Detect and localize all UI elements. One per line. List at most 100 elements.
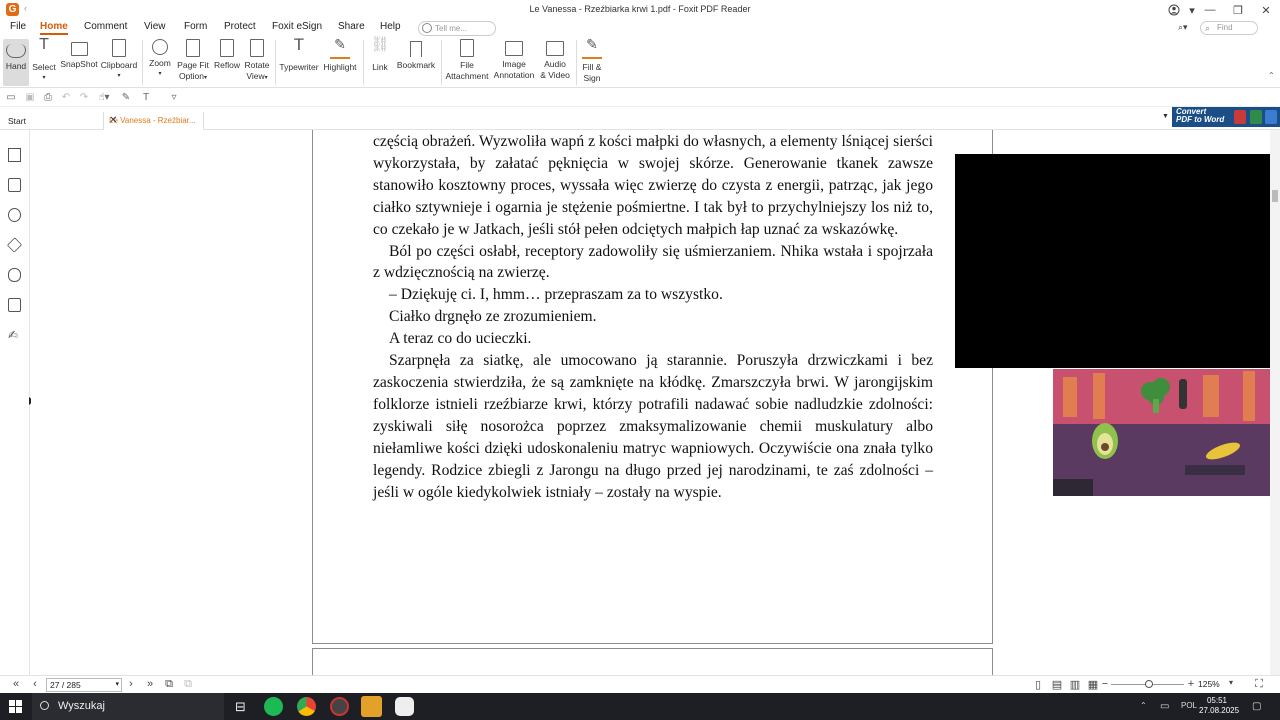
- highlight-button[interactable]: ✎ Highlight: [321, 37, 359, 73]
- zoom-out-icon[interactable]: −: [1098, 678, 1112, 690]
- tab-document[interactable]: Le Vanessa - Rzeźbiar... ✕: [103, 112, 204, 130]
- select-tool-button[interactable]: T Select ▾: [32, 37, 56, 84]
- audio-video-icon: [546, 41, 564, 56]
- hand-select-icon[interactable]: ☝▾: [98, 92, 110, 104]
- security-lock-icon[interactable]: [8, 298, 21, 312]
- notification-icon[interactable]: ▢: [1252, 701, 1261, 712]
- black-overlay-window: [955, 154, 1277, 368]
- chrome-icon[interactable]: [297, 697, 316, 716]
- open-folder-icon[interactable]: ▭: [5, 92, 17, 104]
- pen-annotate-icon[interactable]: ✎: [120, 92, 132, 104]
- menu-file[interactable]: File: [10, 21, 26, 32]
- rotate-label-2: View: [246, 71, 265, 81]
- taskbar-search-box[interactable]: Wyszukaj: [32, 693, 224, 720]
- bookmark-button[interactable]: Bookmark: [395, 39, 437, 71]
- ad-dropdown-icon[interactable]: ▼: [1162, 113, 1169, 120]
- next-view-icon[interactable]: ⧉: [181, 678, 195, 691]
- ribbon-separator: [142, 40, 143, 85]
- audio-video-button[interactable]: Audio & Video: [538, 39, 572, 81]
- convert-pdf-ad-banner[interactable]: Convert PDF to Word: [1172, 107, 1280, 127]
- bookmarks-panel-icon[interactable]: [8, 148, 21, 162]
- ribbon-separator: [275, 40, 276, 85]
- tray-overflow-icon[interactable]: ⌃: [1140, 701, 1147, 710]
- zoom-dropdown-icon[interactable]: ▾: [1224, 678, 1238, 687]
- snapshot-button[interactable]: SnapShot: [60, 39, 98, 70]
- foxit-taskbar-icon[interactable]: [361, 696, 382, 717]
- app-taskbar-icon[interactable]: [395, 697, 414, 716]
- customize-toolbar-icon[interactable]: ▿: [168, 92, 180, 104]
- fullscreen-icon[interactable]: ⛶: [1252, 678, 1266, 691]
- reflow-label: Reflow: [214, 60, 240, 70]
- windows-start-icon[interactable]: [9, 700, 22, 713]
- clipboard-button[interactable]: Clipboard ▾: [100, 39, 138, 82]
- save-icon[interactable]: ▣: [24, 92, 36, 104]
- text-tool-icon[interactable]: T: [140, 92, 152, 104]
- signature-panel-icon[interactable]: ✍: [8, 328, 21, 342]
- redo-icon[interactable]: ↷: [78, 92, 90, 104]
- menu-comment[interactable]: Comment: [84, 21, 127, 32]
- print-icon[interactable]: ⎙: [42, 92, 54, 104]
- restore-button[interactable]: ❐: [1224, 2, 1252, 18]
- image-annotation-button[interactable]: Image Annotation: [492, 39, 536, 81]
- system-clock[interactable]: 05:51 27.08.2025: [1199, 696, 1239, 716]
- zoom-button[interactable]: Zoom ▾: [147, 39, 173, 80]
- network-icon[interactable]: ▭: [1160, 701, 1169, 712]
- page-fit-label-2: Option: [178, 71, 205, 81]
- animated-video-overlay[interactable]: [1053, 369, 1280, 496]
- attachments-panel-icon[interactable]: [8, 268, 21, 282]
- continuous-view-icon[interactable]: ▤: [1050, 678, 1064, 691]
- menu-help[interactable]: Help: [380, 21, 401, 32]
- bookmark-icon: [410, 41, 422, 57]
- reflow-button[interactable]: Reflow: [213, 39, 241, 71]
- previous-view-icon[interactable]: ⧉: [162, 678, 176, 691]
- word-file-icon: [1265, 110, 1277, 124]
- minimize-button[interactable]: —: [1196, 2, 1224, 18]
- menu-home[interactable]: Home: [40, 21, 68, 35]
- menu-form[interactable]: Form: [184, 21, 207, 32]
- clipboard-icon: [112, 39, 126, 57]
- comments-panel-icon[interactable]: [8, 208, 21, 222]
- page-text: częścią obrażeń. Wyzwoliła wapń z kości …: [373, 131, 933, 503]
- tell-me-search[interactable]: Tell me...: [418, 21, 496, 36]
- pages-panel-icon[interactable]: [8, 178, 21, 192]
- scrollbar-thumb[interactable]: [1272, 190, 1278, 202]
- image-annot-label-1: Image: [502, 59, 526, 69]
- page-dropdown-icon[interactable]: ▾: [115, 679, 119, 691]
- zoom-slider-thumb[interactable]: [1144, 680, 1153, 688]
- menu-foxit-esign[interactable]: Foxit eSign: [272, 21, 322, 32]
- fill-sign-button[interactable]: ✎ Fill & Sign: [580, 37, 604, 84]
- page-number-input[interactable]: 27 / 285 ▾: [46, 678, 122, 692]
- collapse-ribbon-icon[interactable]: ⌃: [1268, 71, 1275, 80]
- undo-icon[interactable]: ↶: [60, 92, 72, 104]
- previous-page-icon[interactable]: ‹: [28, 678, 42, 690]
- menu-protect[interactable]: Protect: [224, 21, 256, 32]
- hand-tool-button[interactable]: Hand: [3, 39, 29, 86]
- search-options-icon[interactable]: ⌕▾: [1178, 22, 1188, 33]
- close-tab-icon[interactable]: ✕: [109, 115, 199, 126]
- ribbon-toolbar: Hand T Select ▾ SnapShot Clipboard ▾ Zoo…: [0, 36, 1280, 88]
- zoom-in-icon[interactable]: +: [1184, 678, 1198, 690]
- file-attachment-button[interactable]: File Attachment: [444, 39, 490, 82]
- language-indicator[interactable]: POL: [1181, 701, 1197, 710]
- close-window-button[interactable]: ✕: [1252, 2, 1280, 18]
- last-page-icon[interactable]: »: [143, 678, 157, 690]
- spotify-icon[interactable]: [264, 697, 283, 716]
- vertical-scrollbar[interactable]: [1270, 130, 1280, 675]
- page-fit-option-button[interactable]: Page Fit Option▾: [176, 39, 210, 84]
- menu-view[interactable]: View: [144, 21, 166, 32]
- link-button[interactable]: ⛓ Link: [368, 37, 392, 73]
- task-view-icon[interactable]: ⊟: [231, 697, 250, 716]
- typewriter-button[interactable]: T Typewriter: [279, 36, 319, 73]
- media-app-icon[interactable]: [330, 697, 349, 716]
- layers-panel-icon[interactable]: [6, 237, 23, 253]
- first-page-icon[interactable]: «: [9, 678, 23, 690]
- rotate-view-button[interactable]: Rotate View▾: [243, 39, 271, 84]
- zoom-level[interactable]: 125%: [1198, 679, 1220, 689]
- tab-start[interactable]: Start: [8, 116, 26, 126]
- find-input[interactable]: ⌕ Find: [1200, 21, 1258, 35]
- single-page-view-icon[interactable]: ▯: [1031, 678, 1045, 691]
- menu-share[interactable]: Share: [338, 21, 365, 32]
- next-page-icon[interactable]: ›: [124, 678, 138, 690]
- facing-view-icon[interactable]: ▥: [1068, 678, 1082, 691]
- arrow-icon: [1250, 110, 1262, 124]
